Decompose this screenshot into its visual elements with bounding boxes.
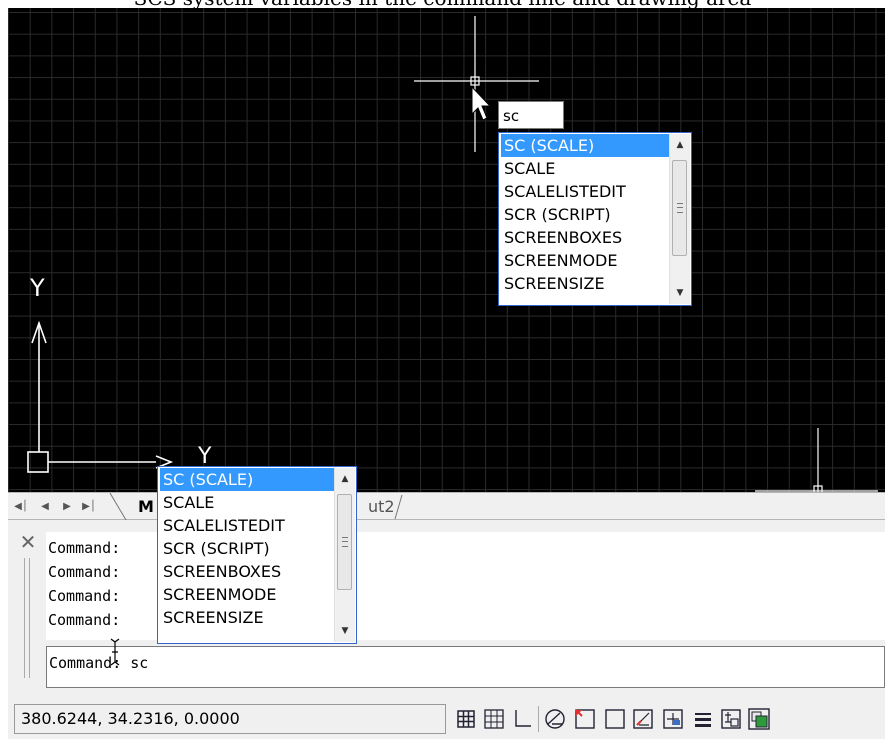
autocomplete-item[interactable]: SCR (SCRIPT) bbox=[160, 537, 334, 560]
snap-mode-icon[interactable] bbox=[452, 704, 480, 734]
dynamic-autocomplete-list[interactable]: SC (SCALE) SCALE SCALELISTEDIT SCR (SCRI… bbox=[498, 132, 692, 306]
drag-handle-icon[interactable] bbox=[22, 558, 32, 678]
scroll-down-icon[interactable]: ▼ bbox=[670, 284, 690, 302]
autocomplete-item[interactable]: SCALE bbox=[160, 491, 334, 514]
history-line: Command: bbox=[48, 539, 121, 557]
ucs-icon bbox=[27, 320, 174, 473]
grid-display-icon[interactable] bbox=[480, 704, 508, 734]
drawing-area[interactable]: Y Y bbox=[8, 8, 885, 492]
scroll-up-icon[interactable]: ▲ bbox=[670, 136, 690, 154]
history-line: Command: bbox=[48, 563, 121, 581]
command-line-window: ✕ Command: Command: Command: Command: Co… bbox=[8, 520, 885, 690]
autocomplete-item[interactable]: SCR (SCRIPT) bbox=[501, 203, 669, 226]
command-input[interactable]: Command: sc bbox=[46, 646, 885, 688]
status-bar: 380.6244, 34.2316, 0.0000 bbox=[8, 690, 885, 739]
separator bbox=[538, 706, 539, 732]
dynamic-input-field[interactable]: sc bbox=[498, 101, 564, 129]
scrollbar-thumb[interactable] bbox=[672, 160, 687, 256]
secondary-crosshair bbox=[755, 428, 878, 492]
selection-cycling-icon[interactable] bbox=[745, 704, 773, 734]
autocomplete-item[interactable]: SC (SCALE) bbox=[501, 134, 669, 157]
grip-icon bbox=[342, 537, 348, 547]
history-line: Command: bbox=[48, 611, 121, 629]
ucs-y-label: Y bbox=[29, 274, 45, 302]
autocomplete-item[interactable]: SCREENMODE bbox=[501, 249, 669, 272]
polar-tracking-icon[interactable] bbox=[541, 704, 569, 734]
history-line: Command: bbox=[48, 587, 121, 605]
autocomplete-scrollbar[interactable]: ▲ ▼ bbox=[334, 468, 355, 642]
scroll-up-icon[interactable]: ▲ bbox=[335, 470, 355, 488]
scroll-down-icon[interactable]: ▼ bbox=[335, 622, 355, 640]
object-snap-icon[interactable] bbox=[571, 704, 599, 734]
autocomplete-items: SC (SCALE) SCALE SCALELISTEDIT SCR (SCRI… bbox=[160, 468, 334, 629]
first-tab-icon[interactable]: ◀│ bbox=[14, 498, 28, 516]
command-autocomplete-list[interactable]: SC (SCALE) SCALE SCALELISTEDIT SCR (SCRI… bbox=[157, 466, 357, 644]
autocomplete-item[interactable]: SCREENBOXES bbox=[160, 560, 334, 583]
autocomplete-item[interactable]: SCALELISTEDIT bbox=[160, 514, 334, 537]
autocomplete-item[interactable]: SCREENMODE bbox=[160, 583, 334, 606]
quick-properties-icon[interactable] bbox=[717, 704, 745, 734]
scrollbar-thumb[interactable] bbox=[337, 494, 352, 590]
autocomplete-item[interactable]: SCALELISTEDIT bbox=[501, 180, 669, 203]
autocomplete-item[interactable]: SCREENBOXES bbox=[501, 226, 669, 249]
next-tab-icon[interactable]: ▶ bbox=[60, 498, 74, 516]
layout-tabs-bar: ◀│ ◀ ▶ ▶│ M ut2 bbox=[8, 492, 885, 521]
close-icon[interactable]: ✕ bbox=[18, 532, 38, 552]
last-tab-icon[interactable]: ▶│ bbox=[82, 498, 96, 516]
grip-icon bbox=[677, 203, 683, 213]
autocomplete-item[interactable]: SC (SCALE) bbox=[160, 468, 334, 491]
text-cursor-icon bbox=[110, 638, 120, 666]
tab-edge-right bbox=[394, 494, 403, 520]
autocomplete-item[interactable]: SCREENSIZE bbox=[160, 606, 334, 629]
drawing-overlay: Y Y bbox=[27, 16, 878, 492]
prev-tab-icon[interactable]: ◀ bbox=[38, 498, 52, 516]
dynamic-input-icon[interactable] bbox=[659, 704, 687, 734]
autocomplete-items: SC (SCALE) SCALE SCALELISTEDIT SCR (SCRI… bbox=[501, 134, 669, 295]
coordinates-display[interactable]: 380.6244, 34.2316, 0.0000 bbox=[14, 704, 446, 734]
autocomplete-item[interactable]: SCREENSIZE bbox=[501, 272, 669, 295]
autocomplete-item[interactable]: SCALE bbox=[501, 157, 669, 180]
object-snap-tracking-icon[interactable] bbox=[601, 704, 629, 734]
ortho-mode-icon[interactable] bbox=[508, 704, 536, 734]
dynamic-ucs-icon[interactable] bbox=[629, 704, 657, 734]
lineweight-icon[interactable] bbox=[689, 704, 717, 734]
autocomplete-scrollbar[interactable]: ▲ ▼ bbox=[669, 134, 690, 304]
